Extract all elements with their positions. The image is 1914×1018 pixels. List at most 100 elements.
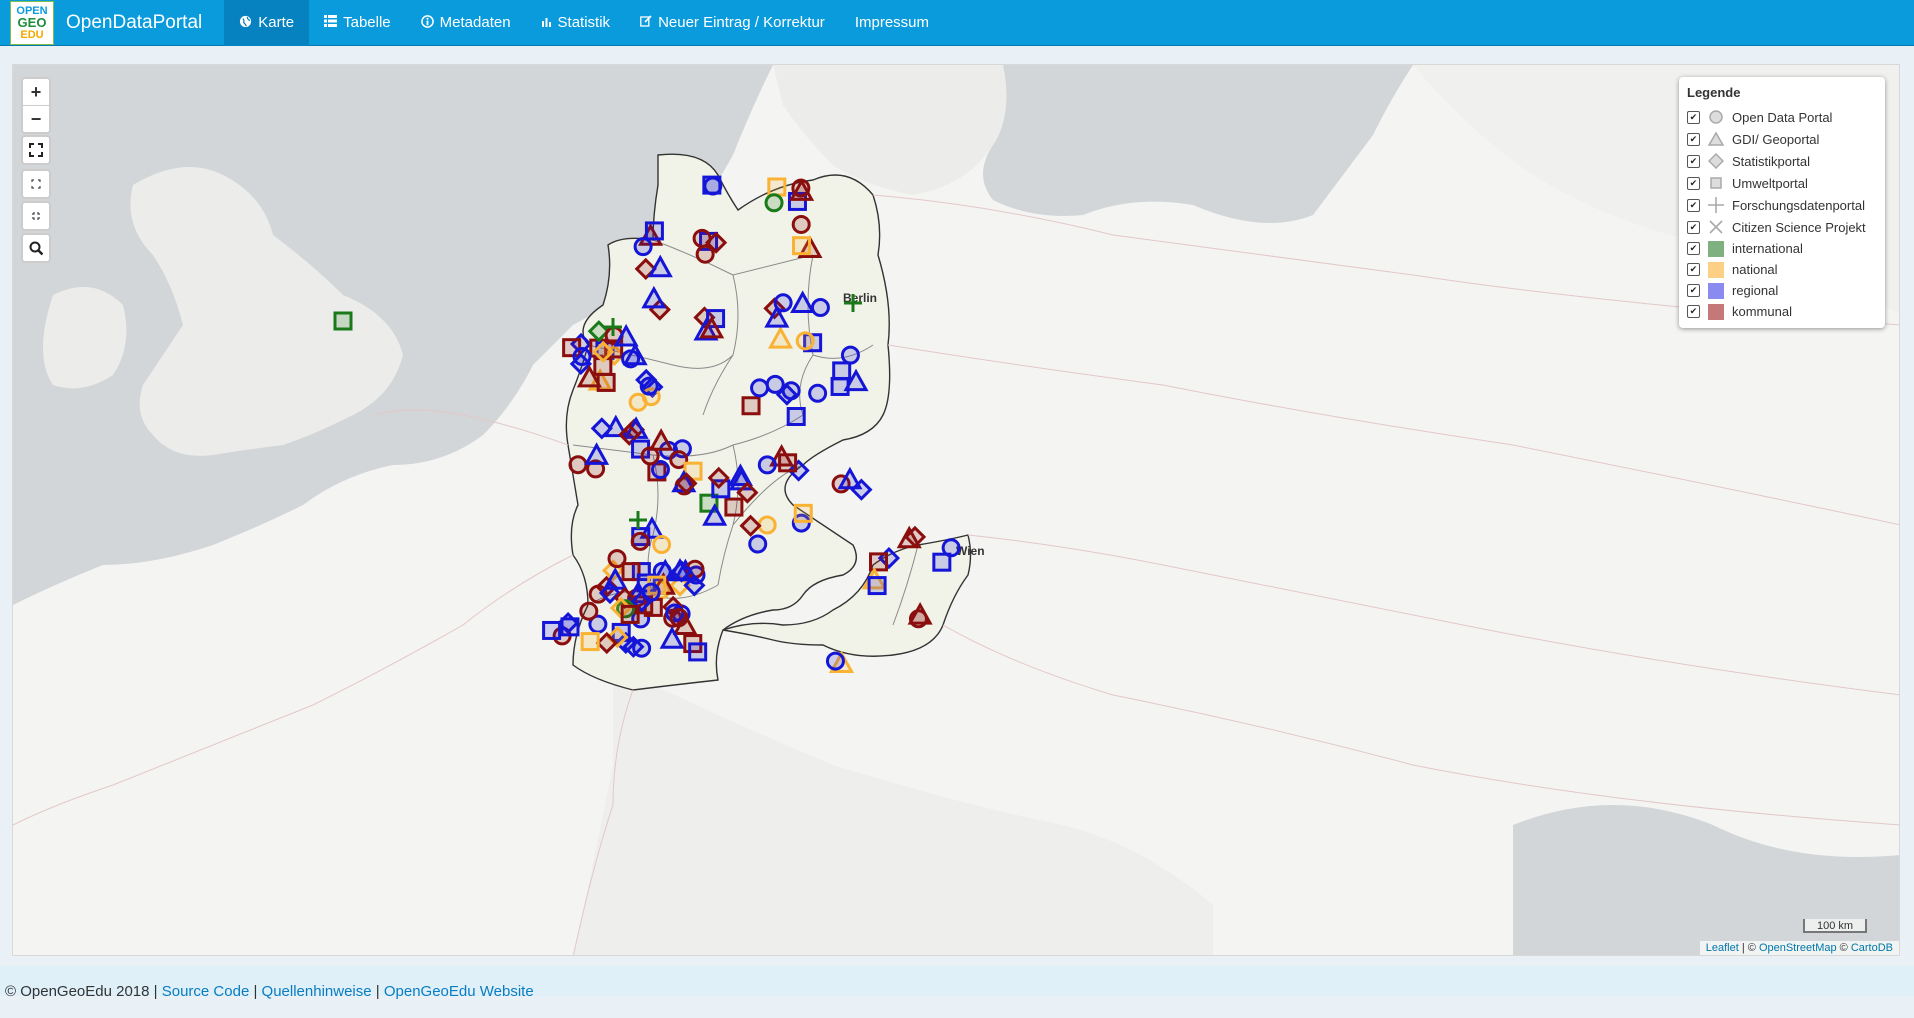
osm-link[interactable]: OpenStreetMap	[1759, 942, 1837, 954]
nav-tabelle-label: Tabelle	[343, 14, 391, 31]
portal-marker[interactable]	[792, 236, 812, 256]
reset-view-button[interactable]	[21, 201, 51, 231]
logo-line-edu: EDU	[20, 28, 44, 41]
portal-marker[interactable]	[840, 345, 860, 365]
portal-marker[interactable]	[333, 311, 353, 331]
legend-item-regional[interactable]: ✔ regional	[1687, 280, 1877, 301]
expand-icon	[31, 179, 41, 189]
portal-marker[interactable]	[702, 175, 722, 195]
portal-marker[interactable]	[757, 515, 777, 535]
portal-marker[interactable]	[757, 455, 777, 475]
portal-marker[interactable]	[630, 531, 650, 551]
fullscreen-button[interactable]	[21, 135, 51, 165]
portal-marker[interactable]	[628, 392, 648, 412]
source-code-link[interactable]: Source Code	[162, 983, 250, 1000]
portal-marker[interactable]	[640, 446, 660, 466]
portal-marker[interactable]	[786, 407, 806, 427]
legend-checkbox[interactable]: ✔	[1687, 284, 1700, 297]
nav-impressum[interactable]: Impressum	[840, 0, 944, 46]
zoom-in-button[interactable]: +	[23, 79, 49, 106]
portal-marker[interactable]	[741, 396, 761, 416]
collapse-icon	[32, 212, 40, 220]
portal-marker[interactable]	[793, 503, 813, 523]
portal-marker[interactable]	[621, 562, 641, 582]
portal-marker[interactable]	[652, 535, 672, 555]
map-container[interactable]: Berlin Wien + − Legende ✔ Open Data Port…	[12, 64, 1900, 956]
portal-marker[interactable]	[596, 372, 616, 392]
portal-marker[interactable]	[568, 455, 588, 475]
globe-icon	[239, 15, 252, 31]
legend-checkbox[interactable]: ✔	[1687, 132, 1700, 146]
nav-tabelle[interactable]: Tabelle	[309, 0, 406, 46]
portal-marker[interactable]	[767, 177, 787, 197]
portal-marker[interactable]	[832, 361, 852, 381]
nav-karte[interactable]: Karte	[224, 0, 310, 46]
legend-checkbox[interactable]: ✔	[1687, 176, 1700, 190]
legend-checkbox[interactable]: ✔	[1687, 110, 1700, 124]
legend-item-statistikportal[interactable]: ✔ Statistikportal	[1687, 150, 1877, 172]
portal-marker[interactable]	[639, 376, 659, 396]
portal-marker[interactable]	[579, 601, 599, 621]
opengeoedu-logo[interactable]: OPEN GEO EDU	[10, 0, 54, 45]
portal-marker[interactable]	[542, 620, 562, 640]
nav-neuer-eintrag-label: Neuer Eintrag / Korrektur	[658, 14, 825, 31]
portal-marker[interactable]	[724, 497, 744, 517]
legend-checkbox[interactable]: ✔	[1687, 198, 1700, 212]
portal-marker[interactable]	[764, 193, 784, 213]
legend-item-open-data-portal[interactable]: ✔ Open Data Portal	[1687, 106, 1877, 128]
portal-marker[interactable]	[781, 381, 801, 401]
legend-checkbox[interactable]: ✔	[1687, 242, 1700, 255]
portal-marker[interactable]	[867, 576, 887, 596]
portal-marker[interactable]	[695, 244, 715, 264]
cartodb-link[interactable]: CartoDB	[1851, 942, 1893, 954]
legend-item-international[interactable]: ✔ international	[1687, 238, 1877, 259]
portal-marker[interactable]	[621, 349, 641, 369]
opengeoedu-website-link[interactable]: OpenGeoEdu Website	[384, 983, 534, 1000]
attribution-copy: ©	[1836, 942, 1851, 954]
portal-marker[interactable]	[795, 331, 815, 351]
portal-marker[interactable]	[688, 642, 708, 662]
portal-marker[interactable]	[810, 298, 830, 318]
portal-marker[interactable]	[825, 651, 845, 671]
portal-marker[interactable]	[941, 538, 961, 558]
portal-marker[interactable]	[750, 378, 770, 398]
portal-marker[interactable]	[830, 376, 850, 396]
legend-checkbox[interactable]: ✔	[1687, 305, 1700, 318]
legend-item-forschungsdatenportal[interactable]: ✔ Forschungsdatenportal	[1687, 194, 1877, 216]
portal-marker[interactable]	[932, 552, 952, 572]
portal-marker[interactable]	[620, 604, 640, 624]
portal-marker[interactable]	[808, 383, 828, 403]
legend-swatch-regional	[1708, 282, 1724, 299]
portal-marker[interactable]	[580, 632, 600, 652]
portal-marker[interactable]	[644, 221, 664, 241]
portal-marker[interactable]	[633, 237, 653, 257]
portal-marker[interactable]	[778, 453, 798, 473]
portal-marker[interactable]	[692, 228, 712, 248]
legend-label: Forschungsdatenportal	[1732, 197, 1865, 213]
fit-bounds-button[interactable]	[21, 169, 51, 199]
portal-marker[interactable]	[869, 552, 889, 572]
quellenhinweise-link[interactable]: Quellenhinweise	[262, 983, 372, 1000]
portal-marker[interactable]	[632, 638, 652, 658]
brand-title[interactable]: OpenDataPortal	[66, 12, 202, 34]
legend-checkbox[interactable]: ✔	[1687, 263, 1700, 276]
legend-label: international	[1732, 241, 1803, 256]
search-button[interactable]	[21, 233, 51, 263]
legend-checkbox[interactable]: ✔	[1687, 154, 1700, 168]
legend-checkbox[interactable]: ✔	[1687, 220, 1700, 234]
legend-item-citizen-science[interactable]: ✔ Citizen Science Projekt	[1687, 216, 1877, 238]
nav-statistik[interactable]: Statistik	[526, 0, 626, 46]
leaflet-link[interactable]: Leaflet	[1706, 942, 1739, 954]
legend-item-national[interactable]: ✔ national	[1687, 259, 1877, 280]
portal-marker[interactable]	[669, 608, 689, 628]
circle-icon	[1706, 108, 1726, 126]
nav-neuer-eintrag[interactable]: Neuer Eintrag / Korrektur	[625, 0, 840, 46]
portal-marker[interactable]	[748, 534, 768, 554]
legend-item-gdi-geoportal[interactable]: ✔ GDI/ Geoportal	[1687, 128, 1877, 150]
zoom-out-button[interactable]: −	[23, 106, 49, 132]
legend-item-kommunal[interactable]: ✔ kommunal	[1687, 301, 1877, 322]
diamond-icon	[1706, 152, 1726, 170]
legend-item-umweltportal[interactable]: ✔ Umweltportal	[1687, 172, 1877, 194]
nav-metadaten[interactable]: Metadaten	[406, 0, 526, 46]
portal-marker[interactable]	[791, 214, 811, 234]
